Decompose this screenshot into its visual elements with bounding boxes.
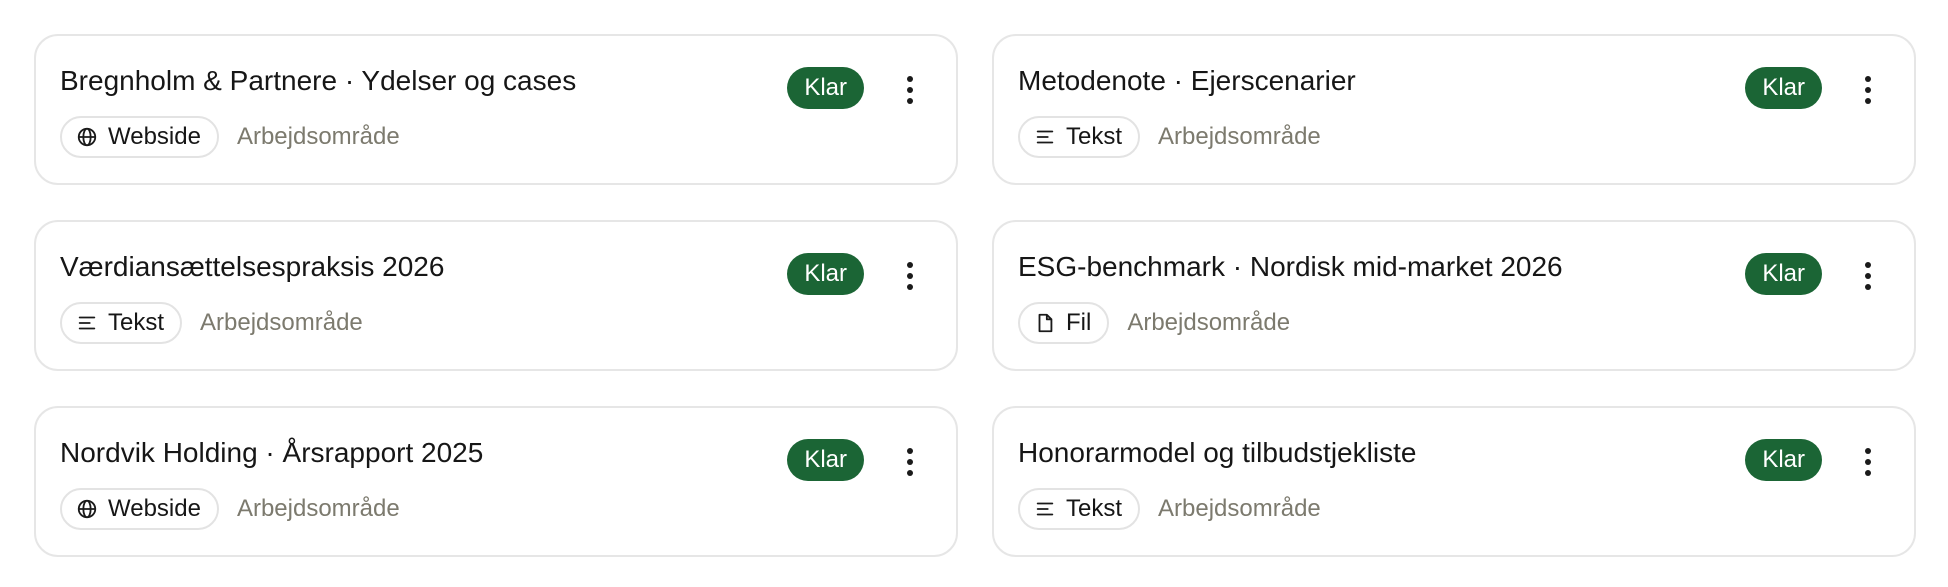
text-lines-icon	[1036, 130, 1054, 144]
dot-icon	[1865, 262, 1871, 268]
source-meta: Tekst Arbejdsområde	[60, 302, 363, 344]
source-scope: Arbejdsområde	[1158, 123, 1321, 150]
globe-icon	[77, 499, 97, 519]
source-title: ESG-benchmark · Nordisk mid-market 2026	[1018, 251, 1563, 282]
dot-icon	[907, 98, 913, 104]
dot-icon	[907, 273, 913, 279]
status-badge: Klar	[1745, 439, 1822, 481]
source-type-chip: Tekst	[1018, 488, 1141, 530]
file-icon	[1038, 313, 1053, 333]
source-type-chip: Webside	[60, 116, 219, 158]
dot-icon	[907, 262, 913, 268]
dot-icon	[1865, 98, 1871, 104]
source-meta: Tekst Arbejdsområde	[1018, 488, 1321, 530]
source-type-label: Webside	[108, 123, 201, 150]
source-type-label: Tekst	[1066, 495, 1123, 522]
dot-icon	[907, 470, 913, 476]
status-badge: Klar	[787, 439, 864, 481]
source-scope: Arbejdsområde	[1158, 495, 1321, 522]
dot-icon	[1865, 76, 1871, 82]
source-meta: Tekst Arbejdsområde	[1018, 116, 1321, 158]
source-type-label: Webside	[108, 495, 201, 522]
source-scope: Arbejdsområde	[1127, 309, 1291, 336]
source-meta: Webside Arbejdsområde	[60, 488, 400, 530]
dot-icon	[907, 284, 913, 290]
dot-icon	[907, 459, 913, 465]
more-options-button[interactable]	[1858, 256, 1878, 296]
dot-icon	[907, 448, 913, 454]
dot-icon	[907, 76, 913, 82]
source-title: Metodenote · Ejerscenarier	[1018, 65, 1356, 96]
source-type-label: Fil	[1066, 309, 1092, 336]
source-type-chip: Webside	[60, 488, 219, 530]
source-title: Værdiansættelsespraksis 2026	[60, 251, 445, 282]
dot-icon	[1865, 448, 1871, 454]
source-type-label: Tekst	[108, 309, 165, 336]
status-badge: Klar	[787, 67, 864, 109]
source-card-nordvik[interactable]: Nordvik Holding · Årsrapport 2025 Websid…	[34, 406, 958, 557]
source-meta: Fil Arbejdsområde	[1018, 302, 1290, 344]
source-scope: Arbejdsområde	[236, 495, 400, 522]
source-card-metodenote[interactable]: Metodenote · Ejerscenarier Tekst Arbejds…	[992, 34, 1916, 185]
text-lines-icon	[1036, 502, 1054, 516]
source-scope: Arbejdsområde	[236, 123, 400, 150]
source-title: Nordvik Holding · Årsrapport 2025	[60, 437, 484, 468]
source-card-grid: Bregnholm & Partnere · Ydelser og cases …	[34, 34, 1916, 557]
source-type-chip: Tekst	[1018, 116, 1141, 158]
more-options-button[interactable]	[900, 70, 920, 110]
source-type-chip: Fil	[1018, 302, 1110, 344]
more-options-button[interactable]	[900, 442, 920, 482]
source-card-esg-benchmark[interactable]: ESG-benchmark · Nordisk mid-market 2026 …	[992, 220, 1916, 371]
dot-icon	[1865, 284, 1871, 290]
dot-icon	[1865, 87, 1871, 93]
dot-icon	[1865, 470, 1871, 476]
status-badge: Klar	[787, 253, 864, 295]
source-card-vaerdiansaettelse[interactable]: Værdiansættelsespraksis 2026 Tekst Arbej…	[34, 220, 958, 371]
text-lines-icon	[78, 316, 96, 330]
source-card-honorarmodel[interactable]: Honorarmodel og tilbudstjekliste Tekst A…	[992, 406, 1916, 557]
dot-icon	[907, 87, 913, 93]
source-type-chip: Tekst	[60, 302, 183, 344]
globe-icon	[77, 127, 97, 147]
dot-icon	[1865, 459, 1871, 465]
source-meta: Webside Arbejdsområde	[60, 116, 400, 158]
source-title: Honorarmodel og tilbudstjekliste	[1018, 437, 1417, 468]
dot-icon	[1865, 273, 1871, 279]
status-badge: Klar	[1745, 67, 1822, 109]
source-card-bregnholm[interactable]: Bregnholm & Partnere · Ydelser og cases …	[34, 34, 958, 185]
source-type-label: Tekst	[1066, 123, 1123, 150]
more-options-button[interactable]	[900, 256, 920, 296]
more-options-button[interactable]	[1858, 70, 1878, 110]
more-options-button[interactable]	[1858, 442, 1878, 482]
source-title: Bregnholm & Partnere · Ydelser og cases	[60, 65, 577, 96]
source-scope: Arbejdsområde	[200, 309, 363, 336]
status-badge: Klar	[1745, 253, 1822, 295]
